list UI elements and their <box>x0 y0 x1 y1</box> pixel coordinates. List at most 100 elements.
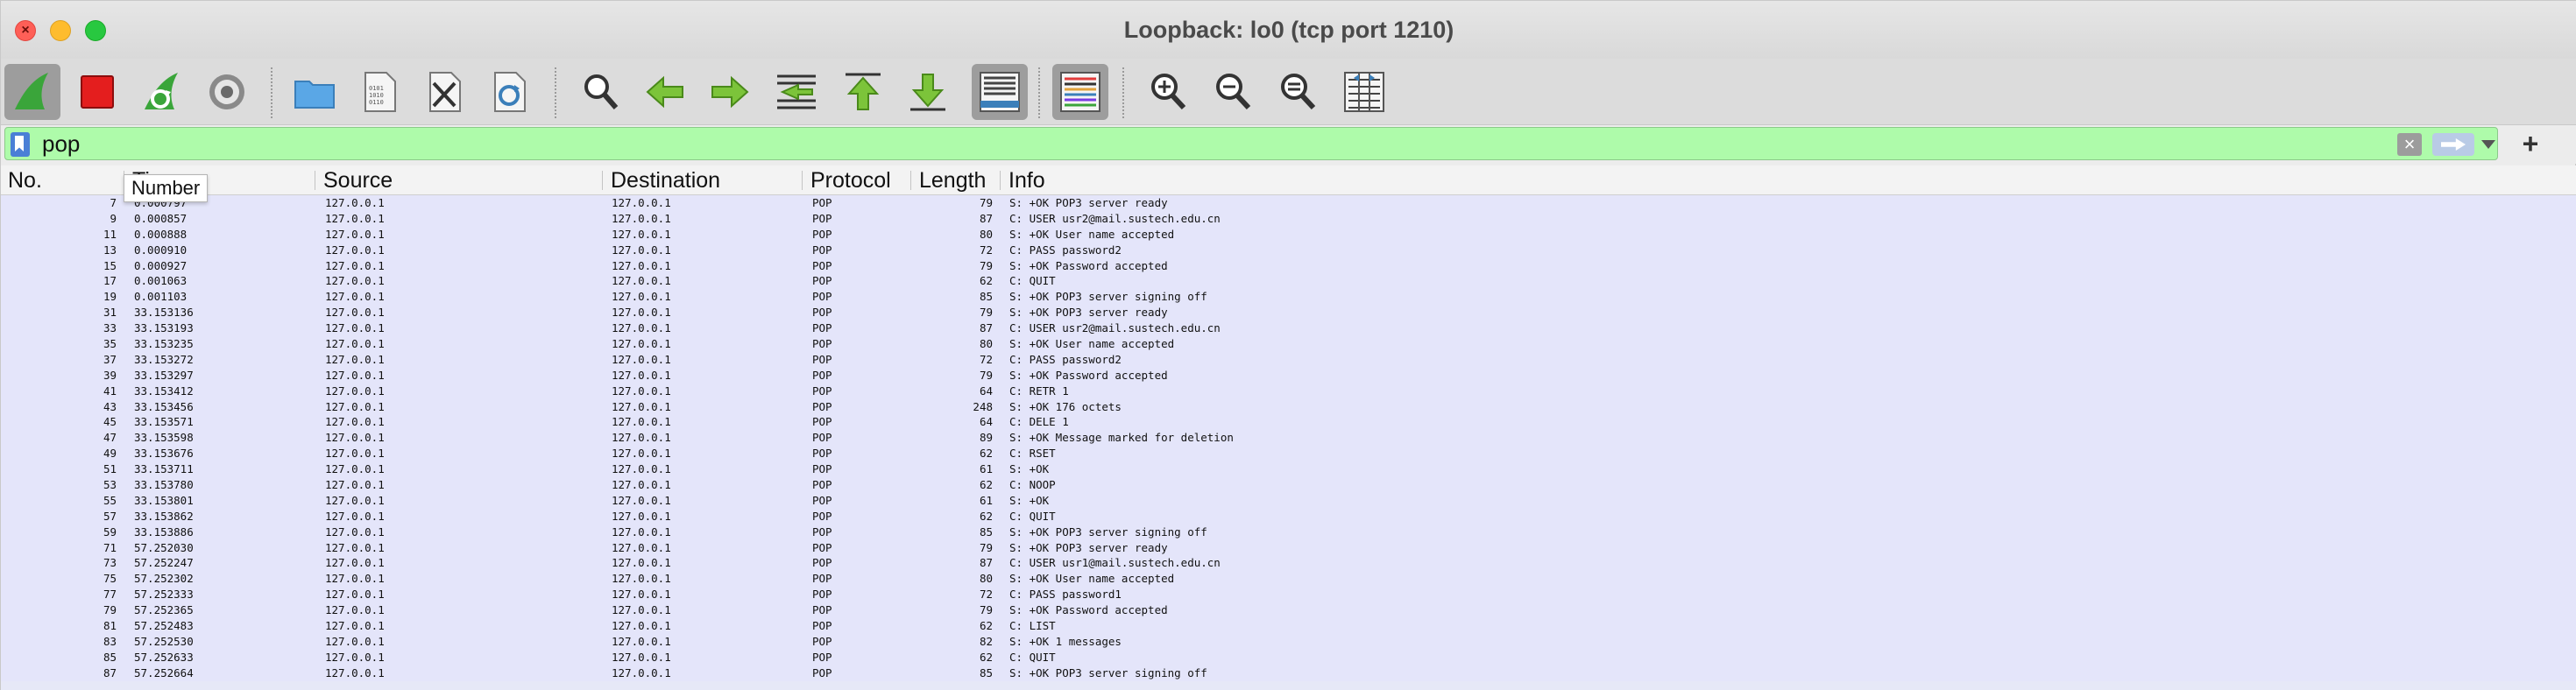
column-header-no[interactable]: No. <box>1 165 42 195</box>
table-row[interactable]: 87 57.252664 127.0.0.1 127.0.0.1 POP 85 S: +OK… <box>1 665 2576 681</box>
packet-protocol: POP <box>812 493 832 507</box>
packet-protocol: POP <box>812 352 832 366</box>
go-last-packet-button[interactable] <box>900 64 956 120</box>
table-row[interactable]: 33 33.153193 127.0.0.1 127.0.0.1 POP 87 C: USE… <box>1 320 2576 337</box>
column-divider[interactable] <box>802 171 803 190</box>
packet-number: 85 <box>103 650 117 664</box>
table-row[interactable]: 53 33.153780 127.0.0.1 127.0.0.1 POP 62 C: NOO… <box>1 477 2576 493</box>
close-file-button[interactable] <box>416 64 472 120</box>
chevron-down-icon[interactable] <box>2481 140 2495 149</box>
find-packet-button[interactable] <box>572 64 628 120</box>
table-row[interactable]: 55 33.153801 127.0.0.1 127.0.0.1 POP 61 S: +OK <box>1 492 2576 509</box>
table-row[interactable]: 35 33.153235 127.0.0.1 127.0.0.1 POP 80 S: +OK… <box>1 336 2576 352</box>
close-file-icon <box>429 72 461 112</box>
colorize-button[interactable] <box>1052 64 1108 120</box>
table-row[interactable]: 39 33.153297 127.0.0.1 127.0.0.1 POP 79 S: +OK… <box>1 367 2576 384</box>
go-first-packet-icon <box>846 73 881 110</box>
table-row[interactable]: 37 33.153272 127.0.0.1 127.0.0.1 POP 72 C: PAS… <box>1 351 2576 368</box>
column-divider[interactable] <box>602 171 603 190</box>
packet-info: S: +OK User name accepted <box>1009 572 1175 586</box>
packet-info: C: QUIT <box>1009 274 1056 288</box>
table-row[interactable]: 85 57.252633 127.0.0.1 127.0.0.1 POP 62 C: QUI… <box>1 649 2576 665</box>
table-row[interactable]: 73 57.252247 127.0.0.1 127.0.0.1 POP 87 C: USE… <box>1 555 2576 572</box>
table-row[interactable]: 81 57.252483 127.0.0.1 127.0.0.1 POP 62 C: LIS… <box>1 618 2576 634</box>
table-row[interactable]: 83 57.252530 127.0.0.1 127.0.0.1 POP 82 S: +OK… <box>1 633 2576 650</box>
packet-number: 43 <box>103 399 117 413</box>
add-filter-button[interactable]: + <box>2517 129 2544 158</box>
table-row[interactable]: 15 0.000927 127.0.0.1 127.0.0.1 POP 79 S: +OK … <box>1 257 2576 274</box>
stop-capture-button[interactable] <box>69 64 125 120</box>
packet-source: 127.0.0.1 <box>325 384 385 398</box>
packet-destination: 127.0.0.1 <box>612 493 671 507</box>
bookmark-icon[interactable] <box>11 132 30 157</box>
table-row[interactable]: 51 33.153711 127.0.0.1 127.0.0.1 POP 61 S: +OK <box>1 461 2576 478</box>
column-header-length[interactable]: Length <box>912 165 986 195</box>
packet-number: 81 <box>103 619 117 633</box>
normal-size-button[interactable] <box>1270 64 1326 120</box>
go-to-packet-button[interactable] <box>768 64 824 120</box>
start-capture-button[interactable] <box>4 64 60 120</box>
table-row[interactable]: 43 33.153456 127.0.0.1 127.0.0.1 POP 248 S: +O… <box>1 398 2576 415</box>
wireshark-window: × Loopback: lo0 (tcp port 1210) 0101 1010… <box>0 0 2576 690</box>
clear-filter-button[interactable]: × <box>2397 133 2422 156</box>
table-row[interactable]: 47 33.153598 127.0.0.1 127.0.0.1 POP 89 S: +OK… <box>1 430 2576 447</box>
table-row[interactable]: 41 33.153412 127.0.0.1 127.0.0.1 POP 64 C: RET… <box>1 383 2576 399</box>
table-row[interactable]: 77 57.252333 127.0.0.1 127.0.0.1 POP 72 C: PAS… <box>1 587 2576 603</box>
table-row[interactable]: 17 0.001063 127.0.0.1 127.0.0.1 POP 62 C: QUIT <box>1 273 2576 290</box>
table-row[interactable]: 75 57.252302 127.0.0.1 127.0.0.1 POP 80 S: +OK… <box>1 571 2576 588</box>
table-row[interactable]: 45 33.153571 127.0.0.1 127.0.0.1 POP 64 C: DEL… <box>1 414 2576 431</box>
packet-source: 127.0.0.1 <box>325 665 385 679</box>
packet-length: 62 <box>979 619 993 633</box>
capture-options-button[interactable] <box>199 64 255 120</box>
reload-file-button[interactable] <box>481 64 537 120</box>
packet-protocol: POP <box>812 274 832 288</box>
go-first-packet-button[interactable] <box>835 64 891 120</box>
packet-destination: 127.0.0.1 <box>612 603 671 617</box>
table-row[interactable]: 59 33.153886 127.0.0.1 127.0.0.1 POP 85 S: +OK… <box>1 524 2576 540</box>
column-header-destination[interactable]: Destination <box>604 165 720 195</box>
table-row[interactable]: 57 33.153862 127.0.0.1 127.0.0.1 POP 62 C: QUI… <box>1 508 2576 525</box>
packet-destination: 127.0.0.1 <box>612 650 671 664</box>
packet-number: 73 <box>103 556 117 570</box>
packet-source: 127.0.0.1 <box>325 399 385 413</box>
packet-length: 87 <box>979 321 993 335</box>
go-back-button[interactable] <box>637 64 693 120</box>
apply-filter-button[interactable] <box>2432 133 2474 156</box>
svg-text:0101: 0101 <box>369 85 384 92</box>
table-row[interactable]: 13 0.000910 127.0.0.1 127.0.0.1 POP 72 C: PASS… <box>1 242 2576 258</box>
packet-source: 127.0.0.1 <box>325 243 385 257</box>
restart-capture-button[interactable] <box>134 64 190 120</box>
toolbar-separator <box>1038 67 1040 118</box>
column-header-source[interactable]: Source <box>316 165 393 195</box>
column-divider[interactable] <box>910 171 911 190</box>
table-row[interactable]: 7 0.000797 127.0.0.1 127.0.0.1 POP 79 S: +OK P… <box>1 195 2576 211</box>
open-file-button[interactable] <box>287 64 343 120</box>
resize-columns-button[interactable] <box>1336 64 1392 120</box>
table-row[interactable]: 9 0.000857 127.0.0.1 127.0.0.1 POP 87 C: USER … <box>1 210 2576 227</box>
packet-number: 39 <box>103 368 117 382</box>
table-row[interactable]: 19 0.001103 127.0.0.1 127.0.0.1 POP 85 S: +OK … <box>1 289 2576 306</box>
packet-protocol: POP <box>812 525 832 539</box>
table-row[interactable]: 11 0.000888 127.0.0.1 127.0.0.1 POP 80 S: +OK … <box>1 226 2576 243</box>
table-row[interactable]: 49 33.153676 127.0.0.1 127.0.0.1 POP 62 C: RSE… <box>1 446 2576 462</box>
save-file-button[interactable]: 0101 1010 0110 <box>351 64 407 120</box>
column-header-info[interactable]: Info <box>1001 165 1045 195</box>
table-row[interactable]: 71 57.252030 127.0.0.1 127.0.0.1 POP 79 S: +OK… <box>1 539 2576 556</box>
packet-number: 19 <box>103 290 117 304</box>
packet-number: 51 <box>103 462 117 476</box>
packet-protocol: POP <box>812 384 832 398</box>
table-row[interactable]: 31 33.153136 127.0.0.1 127.0.0.1 POP 79 S: +OK… <box>1 305 2576 321</box>
zoom-out-button[interactable] <box>1205 64 1261 120</box>
column-divider[interactable] <box>1000 171 1001 190</box>
packet-time: 57.252302 <box>134 572 194 586</box>
auto-scroll-button[interactable] <box>972 64 1028 120</box>
zoom-in-button[interactable] <box>1140 64 1196 120</box>
column-header-protocol[interactable]: Protocol <box>803 165 891 195</box>
display-filter-input[interactable] <box>42 130 2320 157</box>
packet-info: S: +OK POP3 server signing off <box>1009 665 1207 679</box>
table-row[interactable]: 79 57.252365 127.0.0.1 127.0.0.1 POP 79 S: +OK… <box>1 602 2576 619</box>
packet-destination: 127.0.0.1 <box>612 447 671 461</box>
packet-time: 33.153193 <box>134 321 194 335</box>
go-forward-button[interactable] <box>702 64 758 120</box>
packet-length: 82 <box>979 634 993 648</box>
